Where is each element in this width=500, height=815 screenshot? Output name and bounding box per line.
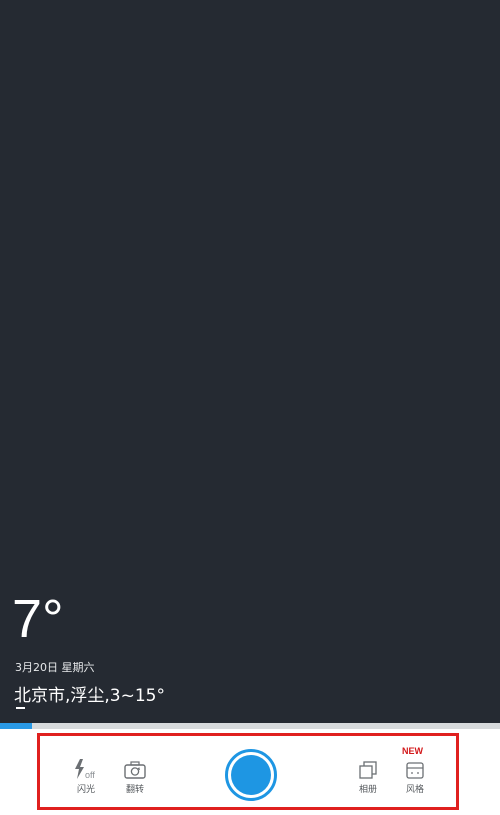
shutter-inner: [231, 755, 271, 795]
progress-track: [0, 723, 500, 729]
album-button[interactable]: 相册: [348, 760, 388, 795]
flash-button[interactable]: off 闪光: [66, 758, 106, 795]
album-label: 相册: [358, 785, 377, 795]
flip-camera-button[interactable]: 翻转: [115, 760, 155, 795]
svg-text:off: off: [85, 770, 95, 780]
shutter-button[interactable]: [225, 749, 277, 801]
style-icon: [406, 762, 424, 779]
temperature-text: 7°: [12, 589, 64, 649]
flip-label: 翻转: [125, 785, 144, 795]
date-text: 3月20日 星期六: [15, 661, 95, 674]
style-label: 风格: [405, 785, 424, 795]
location-weather-text: 北京市,浮尘,3~15°: [14, 686, 165, 706]
progress-fill: [0, 723, 32, 729]
flash-label: 闪光: [76, 785, 95, 795]
style-button[interactable]: 风格: [395, 760, 435, 795]
page-indicator: [16, 707, 25, 709]
camera-viewfinder[interactable]: [0, 0, 500, 723]
album-icon: [359, 761, 377, 779]
new-badge: NEW: [402, 746, 423, 756]
flash-off-icon: off: [75, 759, 95, 780]
camera-flip-icon: [124, 761, 146, 779]
